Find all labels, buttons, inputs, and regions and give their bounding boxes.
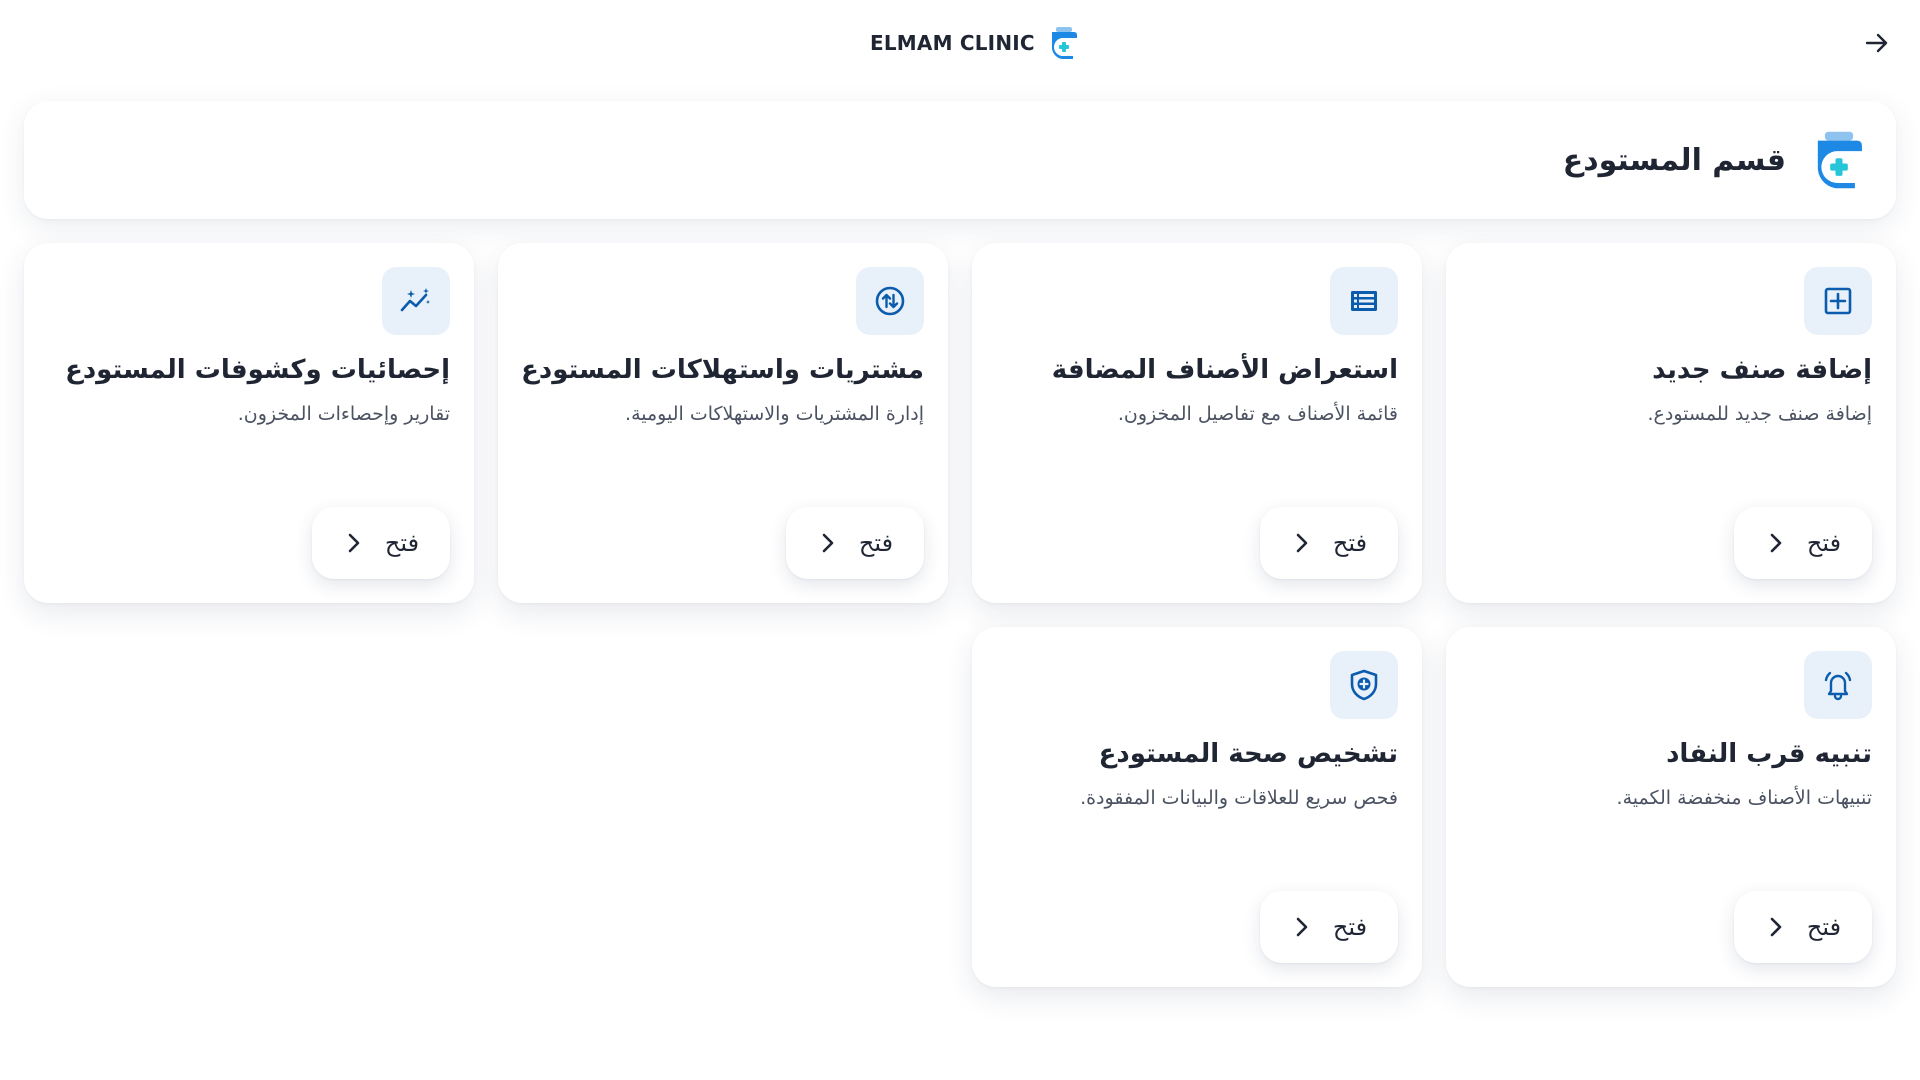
card-description: إدارة المشتريات والاستهلاكات اليومية. bbox=[625, 403, 924, 425]
chevron-right-icon bbox=[822, 533, 834, 553]
section-header: قسم المستودع bbox=[24, 101, 1896, 219]
back-button[interactable] bbox=[1860, 26, 1894, 60]
chevron-right-icon bbox=[1770, 917, 1782, 937]
card-title: إضافة صنف جديد bbox=[1652, 355, 1872, 385]
shield-plus-icon bbox=[1350, 669, 1378, 701]
open-button-label: فتح bbox=[1332, 913, 1368, 941]
brand: ELMAM CLINIC bbox=[870, 24, 1079, 62]
card-icon-box bbox=[856, 267, 924, 335]
card-title: إحصائيات وكشوفات المستودع bbox=[65, 355, 450, 385]
chevron-right-icon bbox=[1296, 533, 1308, 553]
bell-alert-icon bbox=[1824, 671, 1852, 701]
open-button[interactable]: فتح bbox=[1734, 507, 1872, 579]
card-low-stock-alert: تنبيه قرب النفاد تنبيهات الأصناف منخفضة … bbox=[1446, 627, 1896, 987]
open-button-label: فتح bbox=[858, 529, 894, 557]
open-button-label: فتح bbox=[1332, 529, 1368, 557]
open-button[interactable]: فتح bbox=[786, 507, 924, 579]
chevron-right-icon bbox=[348, 533, 360, 553]
top-bar: ELMAM CLINIC bbox=[0, 0, 1920, 84]
clinic-logo-icon bbox=[1817, 131, 1862, 189]
card-title: تنبيه قرب النفاد bbox=[1666, 739, 1872, 769]
card-title: تشخيص صحة المستودع bbox=[1098, 739, 1398, 769]
open-button[interactable]: فتح bbox=[312, 507, 450, 579]
open-button[interactable]: فتح bbox=[1260, 891, 1398, 963]
card-description: فحص سريع للعلاقات والبيانات المفقودة. bbox=[1080, 787, 1398, 809]
card-icon-box bbox=[1804, 651, 1872, 719]
chevron-right-icon bbox=[1296, 917, 1308, 937]
open-button[interactable]: فتح bbox=[1260, 507, 1398, 579]
card-description: قائمة الأصناف مع تفاصيل المخزون. bbox=[1117, 403, 1398, 425]
exchange-arrows-icon bbox=[875, 286, 905, 316]
card-view-items: استعراض الأصناف المضافة قائمة الأصناف مع… bbox=[972, 243, 1422, 603]
clinic-logo-icon bbox=[1051, 27, 1077, 59]
card-statistics: إحصائيات وكشوفات المستودع تقارير وإحصاءا… bbox=[24, 243, 474, 603]
card-purchases: مشتريات واستهلاكات المستودع إدارة المشتر… bbox=[498, 243, 948, 603]
card-title: مشتريات واستهلاكات المستودع bbox=[521, 355, 924, 385]
list-table-icon bbox=[1351, 291, 1377, 311]
card-icon-box bbox=[382, 267, 450, 335]
card-description: تنبيهات الأصناف منخفضة الكمية. bbox=[1616, 787, 1872, 809]
open-button-label: فتح bbox=[384, 529, 420, 557]
card-description: تقارير وإحصاءات المخزون. bbox=[237, 403, 450, 425]
arrow-right-icon bbox=[1865, 33, 1888, 53]
card-health-diagnosis: تشخيص صحة المستودع فحص سريع للعلاقات وال… bbox=[972, 627, 1422, 987]
open-button-label: فتح bbox=[1806, 913, 1842, 941]
card-icon-box bbox=[1330, 267, 1398, 335]
card-title: استعراض الأصناف المضافة bbox=[1051, 355, 1398, 385]
card-icon-box bbox=[1330, 651, 1398, 719]
card-add-item: إضافة صنف جديد إضافة صنف جديد للمستودع. … bbox=[1446, 243, 1896, 603]
card-icon-box bbox=[1804, 267, 1872, 335]
page-title: قسم المستودع bbox=[1562, 142, 1786, 178]
card-description: إضافة صنف جديد للمستودع. bbox=[1647, 403, 1872, 425]
sparkle-chart-icon bbox=[400, 288, 430, 312]
open-button-label: فتح bbox=[1806, 529, 1842, 557]
add-box-icon bbox=[1824, 287, 1852, 315]
chevron-right-icon bbox=[1770, 533, 1782, 553]
open-button[interactable]: فتح bbox=[1734, 891, 1872, 963]
brand-name: ELMAM CLINIC bbox=[870, 31, 1035, 55]
